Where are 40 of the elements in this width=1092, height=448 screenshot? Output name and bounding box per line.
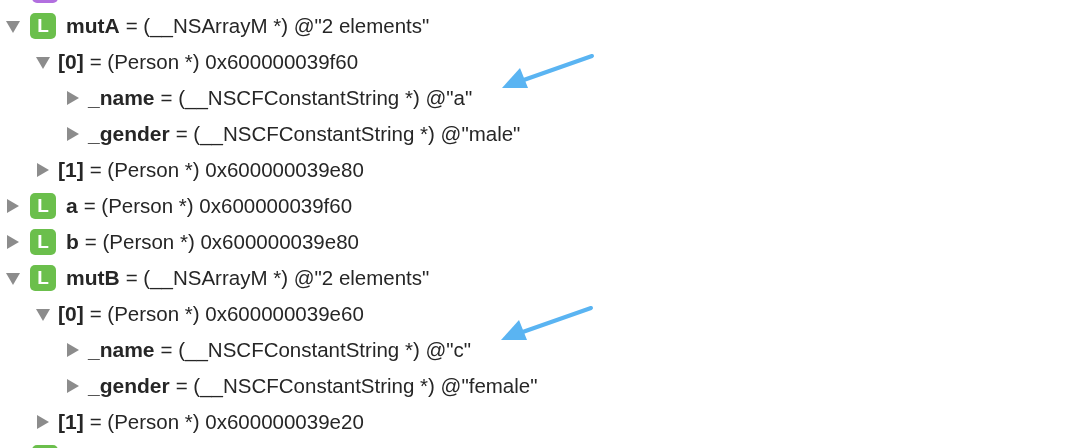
variable-name: [0] <box>58 50 84 74</box>
variable-value: = (Person *) 0x600000039f60 <box>83 194 353 218</box>
variable-value: = (__NSCFConstantString *) @"male" <box>175 122 521 146</box>
expand-triangle-icon[interactable] <box>6 199 20 213</box>
expand-triangle-icon[interactable] <box>66 343 80 357</box>
expand-triangle-icon[interactable] <box>66 379 80 393</box>
variable-name: [1] <box>58 158 84 182</box>
variable-value: = (__NSCFConstantString *) @"a" <box>160 86 473 110</box>
variable-value: = (Person *) 0x600000039e60 <box>89 302 364 326</box>
variable-name: mutB <box>66 266 120 290</box>
collapse-triangle-icon[interactable] <box>36 55 50 69</box>
collapse-triangle-icon[interactable] <box>6 271 20 285</box>
variable-name: b <box>66 230 79 254</box>
variable-name: [0] <box>58 302 84 326</box>
variable-value: = (Person *) 0x600000039e80 <box>84 230 359 254</box>
variable-name: _name <box>88 338 155 362</box>
expand-triangle-icon[interactable] <box>66 91 80 105</box>
variable-value: = (__NSArrayM *) @"2 elements" <box>125 266 430 290</box>
variable-name: _gender <box>88 374 170 398</box>
expand-triangle-icon[interactable] <box>36 163 50 177</box>
variable-name: _name <box>88 86 155 110</box>
local-variable-badge: L <box>30 265 56 291</box>
expand-triangle-icon[interactable] <box>6 235 20 249</box>
variable-value: = (__NSArrayM *) @"2 elements" <box>125 14 430 38</box>
variable-value: = (Person *) 0x600000039f60 <box>89 50 359 74</box>
variable-value: = (__NSCFConstantString *) @"female" <box>175 374 538 398</box>
local-variable-badge: L <box>30 193 56 219</box>
collapse-triangle-icon[interactable] <box>36 307 50 321</box>
local-variable-badge: L <box>30 229 56 255</box>
variable-name: mutA <box>66 14 120 38</box>
variable-value: = (Person *) 0x600000039e80 <box>89 158 364 182</box>
variable-name: a <box>66 194 78 218</box>
local-variable-badge: L <box>30 13 56 39</box>
variable-value: = (Person *) 0x600000039e20 <box>89 410 364 434</box>
variable-value: = (__NSCFConstantString *) @"c" <box>160 338 472 362</box>
expand-triangle-icon[interactable] <box>66 127 80 141</box>
variable-name: [1] <box>58 410 84 434</box>
expand-triangle-icon[interactable] <box>36 415 50 429</box>
collapse-triangle-icon[interactable] <box>6 19 20 33</box>
variable-name: _gender <box>88 122 170 146</box>
